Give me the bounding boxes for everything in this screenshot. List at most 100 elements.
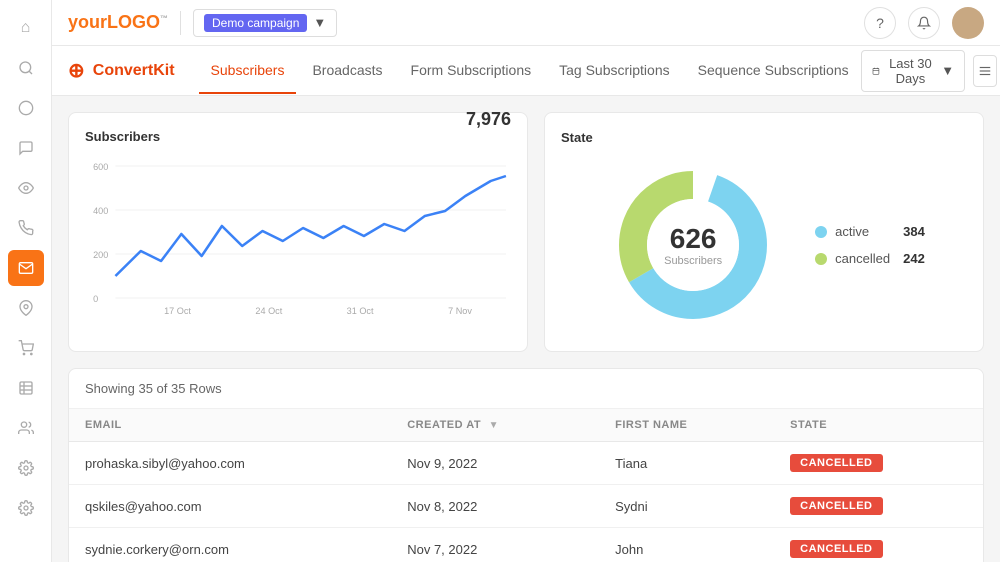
tab-subscribers[interactable]: Subscribers (199, 48, 297, 94)
date-filter-button[interactable]: Last 30 Days ▼ (861, 50, 966, 92)
sidebar-item-gear2[interactable] (8, 450, 44, 486)
legend-dot-cancelled (815, 253, 827, 265)
legend-value-cancelled: 242 (903, 251, 925, 266)
svg-text:600: 600 (93, 162, 108, 172)
legend-dot-active (815, 226, 827, 238)
logo-brand: LOGO (107, 12, 160, 32)
legend-label-cancelled: cancelled (835, 251, 895, 266)
line-chart-container: 600 400 200 0 17 Oct 24 Oct (85, 156, 511, 321)
bell-icon (917, 16, 931, 30)
cell-first-name: Tiana (599, 442, 774, 485)
help-icon: ? (876, 15, 884, 31)
donut-legend: active 384 cancelled 242 (815, 224, 925, 266)
svg-text:400: 400 (93, 206, 108, 216)
col-header-state: STATE (774, 409, 983, 442)
table-row: prohaska.sibyl@yahoo.com Nov 9, 2022 Tia… (69, 442, 983, 485)
sidebar-item-search[interactable] (8, 50, 44, 86)
logo-tm: ™ (160, 14, 168, 23)
sidebar-item-home[interactable]: ⌂ (8, 10, 44, 46)
donut-center: 626 Subscribers (664, 223, 722, 267)
table-row: qskiles@yahoo.com Nov 8, 2022 Sydni CANC… (69, 485, 983, 528)
help-button[interactable]: ? (864, 7, 896, 39)
donut-chart: 626 Subscribers (603, 155, 783, 335)
brand: ⊕ ConvertKit (68, 58, 175, 83)
sidebar-item-table[interactable] (8, 370, 44, 406)
sidebar-item-cart[interactable] (8, 330, 44, 366)
content-area: Subscribers 7,976 600 400 200 0 (52, 96, 1000, 562)
state-badge: CANCELLED (790, 454, 882, 472)
cell-created-at: Nov 7, 2022 (391, 528, 599, 562)
table-header-row: EMAIL CREATED AT ▼ FIRST NAME STATE (69, 409, 983, 442)
svg-text:24 Oct: 24 Oct (255, 306, 282, 316)
main-panel: yourLOGO™ Demo campaign ▼ ? ⊕ Conve (52, 0, 1000, 562)
header-separator (180, 11, 181, 35)
nav-left: ⊕ ConvertKit Subscribers Broadcasts Form… (68, 48, 861, 94)
campaign-button[interactable]: Demo campaign ▼ (193, 9, 337, 37)
nav-right: Last 30 Days ▼ (861, 50, 1000, 92)
tab-tag-subscriptions[interactable]: Tag Subscriptions (547, 48, 682, 94)
svg-text:7 Nov: 7 Nov (448, 306, 472, 316)
tab-form-subscriptions[interactable]: Form Subscriptions (399, 48, 544, 94)
nav-bar: ⊕ ConvertKit Subscribers Broadcasts Form… (52, 46, 1000, 96)
legend-item-cancelled: cancelled 242 (815, 251, 925, 266)
cell-email: qskiles@yahoo.com (69, 485, 391, 528)
logo: yourLOGO™ (68, 12, 168, 33)
cell-created-at: Nov 8, 2022 (391, 485, 599, 528)
col-header-first-name: FIRST NAME (599, 409, 774, 442)
top-header: yourLOGO™ Demo campaign ▼ ? (52, 0, 1000, 46)
sidebar-item-email[interactable] (8, 250, 44, 286)
columns-icon (978, 64, 992, 78)
date-filter-chevron-icon: ▼ (941, 63, 954, 78)
table-row-count: Showing 35 of 35 Rows (69, 369, 983, 409)
col-header-created-at-label: CREATED AT (407, 419, 481, 431)
col-header-created-at[interactable]: CREATED AT ▼ (391, 409, 599, 442)
sidebar-item-analytics[interactable] (8, 90, 44, 126)
logo-your: your (68, 12, 107, 32)
charts-row: Subscribers 7,976 600 400 200 0 (68, 112, 984, 352)
line-chart-svg: 600 400 200 0 17 Oct 24 Oct (85, 156, 511, 316)
svg-text:200: 200 (93, 250, 108, 260)
subscribers-chart-title: Subscribers (85, 129, 160, 144)
legend-value-active: 384 (903, 224, 925, 239)
sidebar-item-location[interactable] (8, 290, 44, 326)
state-chart-inner: 626 Subscribers active 384 cancelled (561, 155, 967, 335)
top-header-right: ? (864, 7, 984, 39)
sidebar-item-settings[interactable] (8, 490, 44, 526)
donut-label: Subscribers (664, 255, 722, 267)
calendar-icon (872, 65, 880, 77)
sidebar: ⌂ (0, 0, 52, 562)
svg-text:17 Oct: 17 Oct (164, 306, 191, 316)
notifications-button[interactable] (908, 7, 940, 39)
avatar-icon (957, 12, 979, 34)
subscribers-table-card: Showing 35 of 35 Rows EMAIL CREATED AT ▼… (68, 368, 984, 562)
cell-state: CANCELLED (774, 528, 983, 562)
donut-number: 626 (664, 223, 722, 255)
tab-sequence-subscriptions[interactable]: Sequence Subscriptions (686, 48, 861, 94)
sidebar-item-eye[interactable] (8, 170, 44, 206)
col-header-email: EMAIL (69, 409, 391, 442)
state-badge: CANCELLED (790, 497, 882, 515)
columns-button[interactable] (973, 55, 997, 87)
sidebar-item-phone[interactable] (8, 210, 44, 246)
top-header-left: yourLOGO™ Demo campaign ▼ (68, 9, 337, 37)
nav-tabs: Subscribers Broadcasts Form Subscription… (199, 48, 861, 94)
subscribers-chart-card: Subscribers 7,976 600 400 200 0 (68, 112, 528, 352)
date-filter-label: Last 30 Days (886, 56, 936, 86)
sidebar-item-chat[interactable] (8, 130, 44, 166)
tab-broadcasts[interactable]: Broadcasts (300, 48, 394, 94)
campaign-chevron-icon: ▼ (313, 15, 326, 30)
subscribers-table: EMAIL CREATED AT ▼ FIRST NAME STATE proh… (69, 409, 983, 562)
brand-icon: ⊕ (68, 58, 85, 83)
cell-email: prohaska.sibyl@yahoo.com (69, 442, 391, 485)
campaign-badge: Demo campaign (204, 14, 307, 32)
sidebar-item-users[interactable] (8, 410, 44, 446)
cell-state: CANCELLED (774, 485, 983, 528)
cell-first-name: Sydni (599, 485, 774, 528)
svg-text:0: 0 (93, 294, 98, 304)
subscribers-total-value: 7,976 (466, 109, 511, 130)
brand-name: ConvertKit (93, 62, 175, 80)
avatar[interactable] (952, 7, 984, 39)
cell-email: sydnie.corkery@orn.com (69, 528, 391, 562)
state-chart-title: State (561, 130, 593, 145)
cell-first-name: John (599, 528, 774, 562)
